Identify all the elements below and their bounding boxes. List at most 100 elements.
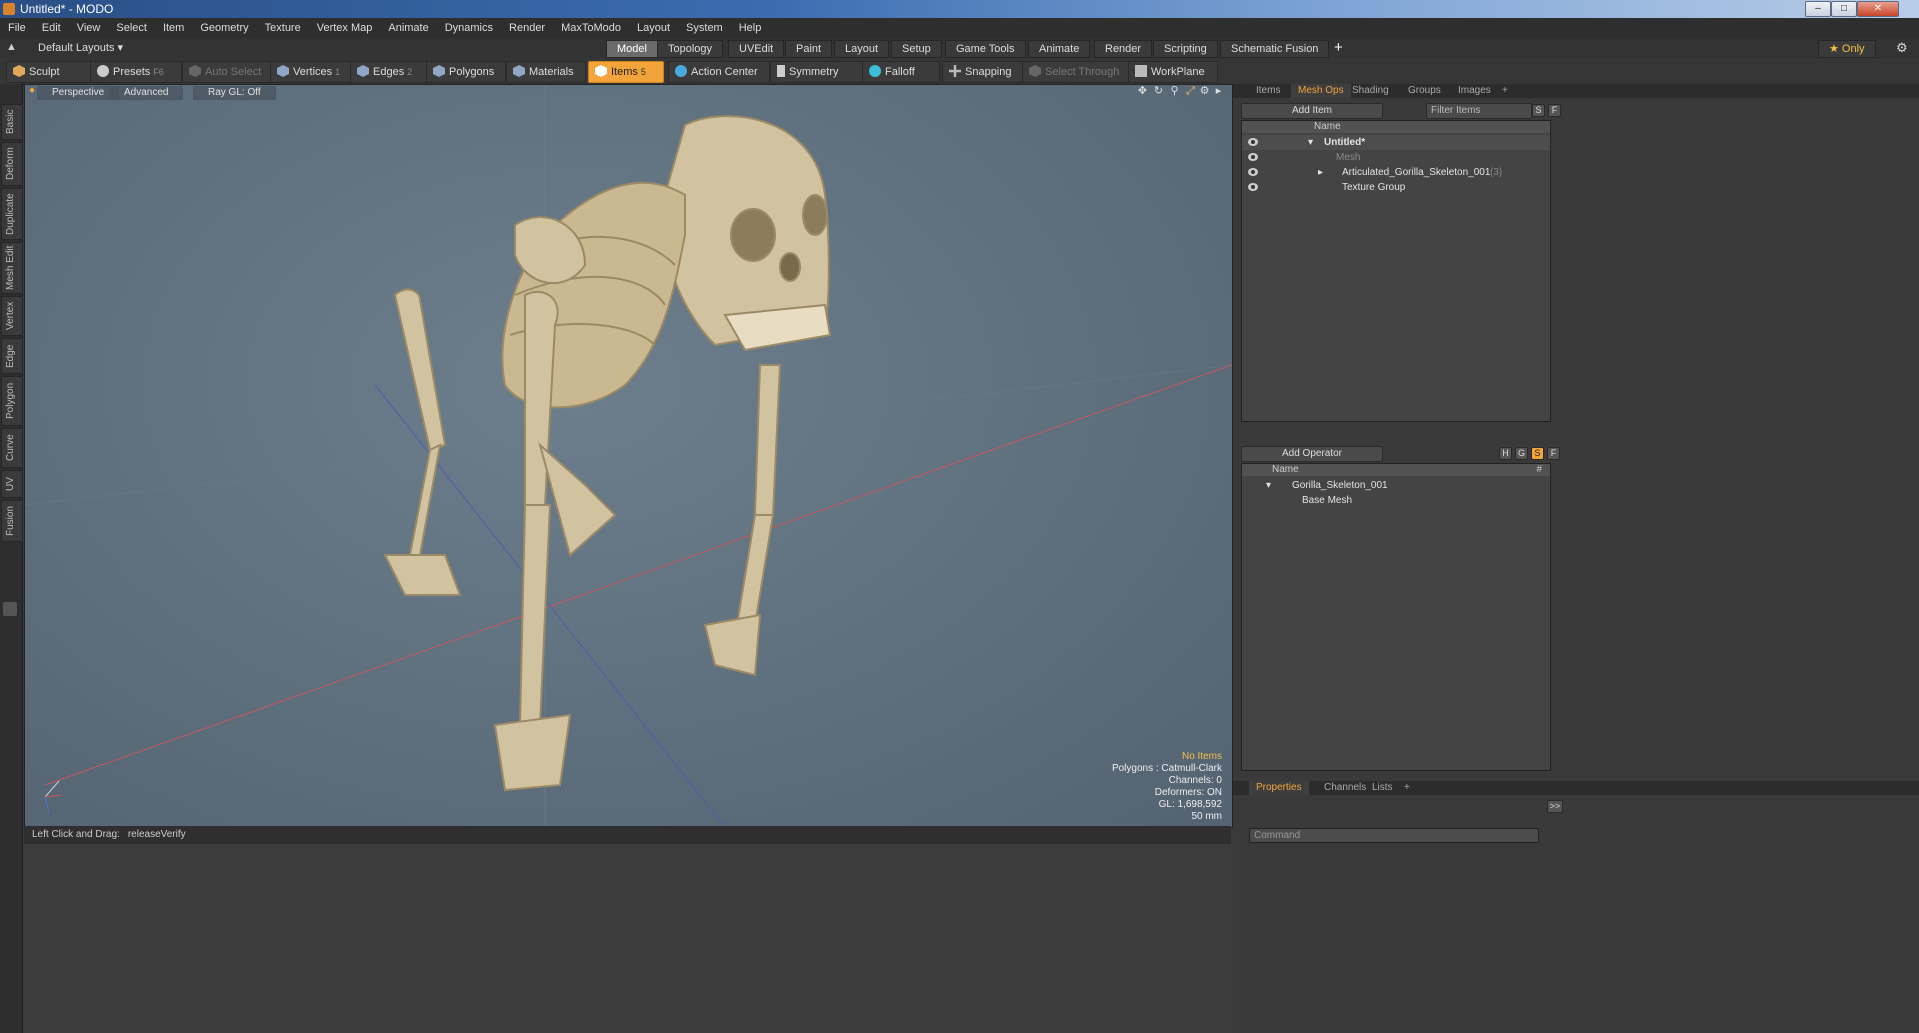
minimize-button[interactable]: – [1805, 1, 1831, 17]
polygons-button[interactable]: Polygons [426, 61, 506, 83]
tab-animate[interactable]: Animate [1028, 40, 1091, 58]
menu-dynamics[interactable]: Dynamics [437, 18, 501, 38]
falloff-button[interactable]: Falloff [862, 61, 940, 83]
layout-menu-icon[interactable]: ▲ [6, 41, 17, 53]
viewport-settings-icon[interactable]: ⚙ [1199, 86, 1210, 97]
viewport-expand-icon[interactable]: ▸ [1213, 86, 1224, 97]
tab-properties[interactable]: Properties [1249, 781, 1309, 795]
vtab-curve[interactable]: Curve [1, 428, 23, 468]
menu-layout[interactable]: Layout [629, 18, 678, 38]
command-input[interactable]: Command [1249, 828, 1539, 843]
vtab-edge[interactable]: Edge [1, 338, 23, 374]
snapping-button[interactable]: Snapping [942, 61, 1026, 83]
add-operator-dropdown[interactable]: Add Operator [1241, 446, 1383, 462]
tab-paint[interactable]: Paint [785, 40, 833, 58]
menu-system[interactable]: System [678, 18, 731, 38]
tab-setup[interactable]: Setup [891, 40, 942, 58]
vtab-mesh-edit[interactable]: Mesh Edit [1, 242, 23, 294]
operator-row-gorilla[interactable]: ▾ Gorilla_Skeleton_001 [1242, 478, 1550, 493]
items-button[interactable]: Items 5 [588, 61, 664, 83]
visibility-eye-icon[interactable] [1248, 183, 1258, 191]
vtab-uv[interactable]: UV [1, 470, 23, 498]
tab-render[interactable]: Render [1094, 40, 1153, 58]
operator-row-base-mesh[interactable]: Base Mesh [1242, 493, 1550, 508]
tree-row-untitled[interactable]: ▾ Untitled* [1242, 135, 1550, 150]
menu-render[interactable]: Render [501, 18, 553, 38]
visibility-eye-icon[interactable] [1248, 138, 1258, 146]
vtab-polygon[interactable]: Polygon [1, 376, 23, 426]
vertices-button[interactable]: Vertices 1 [270, 61, 358, 83]
tab-model[interactable]: Model [606, 40, 658, 58]
tree-row-mesh[interactable]: Mesh [1242, 150, 1550, 165]
sculpt-button[interactable]: Sculpt [6, 61, 94, 83]
tree-row-texture-group[interactable]: Texture Group [1242, 180, 1550, 195]
expand-arrow-icon[interactable]: ▾ [1308, 135, 1313, 150]
op-h-button[interactable]: H [1499, 447, 1512, 460]
menu-view[interactable]: View [69, 18, 109, 38]
viewport-menu-dot[interactable]: ● [29, 85, 35, 96]
vtab-basic[interactable]: Basic [1, 104, 23, 140]
tab-images[interactable]: Images [1451, 84, 1498, 98]
viewport-shading-dropdown[interactable]: Advanced [109, 86, 184, 100]
add-tab-button[interactable]: + [1334, 39, 1343, 56]
tab-uvedit[interactable]: UVEdit [728, 40, 785, 58]
layout-selector[interactable]: Default Layouts ▾ [38, 41, 123, 54]
filter-items-input[interactable]: Filter Items [1426, 103, 1532, 119]
menu-maxtomodo[interactable]: MaxToModo [553, 18, 629, 38]
menu-geometry[interactable]: Geometry [192, 18, 256, 38]
op-s-button[interactable]: S [1531, 447, 1544, 460]
raygl-toggle[interactable]: Ray GL: Off [193, 86, 276, 100]
visibility-eye-icon[interactable] [1248, 168, 1258, 176]
tab-game-tools[interactable]: Game Tools [945, 40, 1026, 58]
vtab-deform[interactable]: Deform [1, 142, 23, 186]
viewport-view-dropdown[interactable]: Perspective [37, 86, 120, 100]
op-g-button[interactable]: G [1515, 447, 1528, 460]
zoom-view-icon[interactable]: ⚲ [1169, 86, 1180, 97]
only-toggle[interactable]: ★ Only [1818, 40, 1876, 58]
tool-tray-toggle[interactable] [3, 602, 17, 616]
add-panel-tab[interactable]: + [1495, 84, 1515, 98]
filter-s-button[interactable]: S [1532, 104, 1545, 117]
tab-layout[interactable]: Layout [834, 40, 890, 58]
presets-button[interactable]: Presets F6 [90, 61, 182, 83]
tree-row-skeleton[interactable]: ▸ Articulated_Gorilla_Skeleton_001 (3) [1242, 165, 1550, 180]
gear-icon[interactable]: ⚙ [1896, 40, 1908, 56]
menu-texture[interactable]: Texture [257, 18, 309, 38]
tab-scripting[interactable]: Scripting [1153, 40, 1218, 58]
menu-vertex-map[interactable]: Vertex Map [309, 18, 381, 38]
auto-select-button[interactable]: Auto Select [182, 61, 276, 83]
3d-viewport[interactable]: ● Perspective Advanced Ray GL: Off ✥ ↻ ⚲… [24, 84, 1233, 828]
menu-help[interactable]: Help [731, 18, 770, 38]
edges-button[interactable]: Edges 2 [350, 61, 430, 83]
tab-topology[interactable]: Topology [657, 40, 724, 58]
add-item-dropdown[interactable]: Add Item [1241, 103, 1383, 119]
op-f-button[interactable]: F [1547, 447, 1560, 460]
menu-select[interactable]: Select [108, 18, 155, 38]
maximize-button[interactable]: □ [1831, 1, 1857, 17]
symmetry-button[interactable]: Symmetry [770, 61, 868, 83]
filter-f-button[interactable]: F [1548, 104, 1561, 117]
vtab-duplicate[interactable]: Duplicate [1, 188, 23, 240]
workplane-button[interactable]: WorkPlane [1128, 61, 1218, 83]
action-center-button[interactable]: Action Center [668, 61, 770, 83]
menu-item[interactable]: Item [155, 18, 192, 38]
tab-lists[interactable]: Lists [1365, 781, 1400, 795]
materials-button[interactable]: Materials [506, 61, 586, 83]
maximize-view-icon[interactable]: ⤢ [1185, 86, 1196, 97]
menu-edit[interactable]: Edit [34, 18, 69, 38]
expand-arrow-icon[interactable]: ▸ [1318, 165, 1323, 180]
close-button[interactable]: ✕ [1857, 1, 1899, 17]
tab-groups[interactable]: Groups [1401, 84, 1448, 98]
vtab-vertex[interactable]: Vertex [1, 296, 23, 336]
visibility-eye-icon[interactable] [1248, 153, 1258, 161]
tab-mesh-ops[interactable]: Mesh Ops [1291, 84, 1351, 98]
vtab-fusion[interactable]: Fusion [1, 500, 23, 542]
select-through-button[interactable]: Select Through [1022, 61, 1132, 83]
tab-shading[interactable]: Shading [1345, 84, 1396, 98]
tab-items[interactable]: Items [1249, 84, 1287, 98]
rotate-view-icon[interactable]: ↻ [1153, 86, 1164, 97]
expand-properties-button[interactable]: >> [1547, 800, 1563, 813]
add-properties-tab[interactable]: + [1397, 781, 1417, 795]
tab-schematic-fusion[interactable]: Schematic Fusion [1220, 40, 1330, 58]
menu-file[interactable]: File [0, 18, 34, 38]
